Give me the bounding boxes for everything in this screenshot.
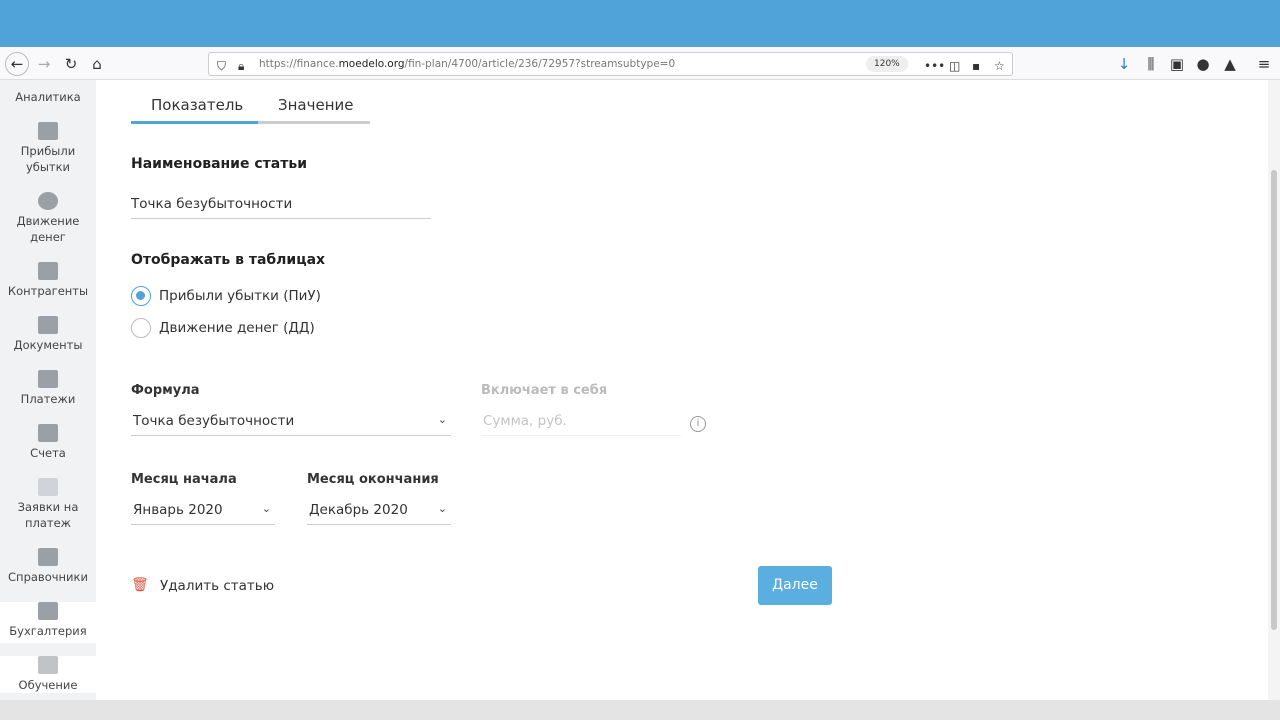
zoom-level[interactable]: 120% (866, 56, 908, 72)
url-domain: moedelo.org (338, 58, 405, 70)
end-month-label: Месяц окончания (307, 472, 439, 487)
back-icon[interactable]: ← (5, 52, 29, 76)
chart-icon (38, 122, 58, 140)
sidebar-item-learning[interactable]: Обучение (0, 656, 96, 693)
chevron-down-icon: ⌄ (437, 413, 447, 426)
browser-toolbar: ← → ↻ ⌂ ⛉ 🔒︎ https://finance.moedelo.org… (0, 47, 1280, 80)
save-icon[interactable]: ▪ (972, 55, 980, 77)
reload-icon[interactable]: ↻ (60, 53, 82, 75)
radio-cashflow-label[interactable]: Движение денег (ДД) (159, 320, 315, 336)
end-month-select[interactable]: Декабрь 2020 ⌄ (307, 502, 451, 525)
account-icon[interactable]: ● (1192, 53, 1214, 75)
delete-article-link[interactable]: Удалить статью (160, 578, 274, 594)
trash-icon[interactable]: 🗑︎ (131, 577, 149, 593)
scrollbar[interactable] (1268, 80, 1280, 700)
request-icon (38, 478, 58, 496)
sidebar-item-label: Обучение (18, 678, 78, 692)
menu-icon[interactable]: ≡ (1253, 53, 1275, 75)
more-icon[interactable]: ••• (924, 55, 945, 77)
bottom-bar (0, 700, 1280, 720)
article-form: Показатель Значение Наименование статьи … (96, 80, 1268, 700)
sidebar-icon[interactable]: ▣ (1166, 53, 1188, 75)
start-month-label: Месяц начала (131, 472, 237, 487)
formula-label: Формула (131, 383, 200, 398)
person-icon (38, 262, 58, 280)
sidebar-item-invoices[interactable]: Счета (0, 424, 96, 461)
sidebar-item-label: Аналитика (15, 90, 81, 104)
sidebar-item-references[interactable]: Справочники (0, 548, 96, 585)
bookmark-star-icon[interactable]: ☆ (994, 55, 1005, 77)
sidebar-item-label: Справочники (8, 570, 88, 584)
name-input[interactable]: Точка безубыточности (131, 196, 431, 219)
sidebar-item-label: Заявки на платеж (17, 500, 79, 530)
url-prefix: https://finance. (259, 58, 339, 70)
download-icon[interactable]: ↓ (1113, 53, 1135, 75)
window-top-bar (0, 0, 1280, 47)
info-icon[interactable]: i (690, 416, 706, 432)
home-icon[interactable]: ⌂ (86, 53, 108, 75)
radio-pnl[interactable] (131, 286, 151, 306)
sidebar-item-label: Счета (30, 446, 66, 460)
formula-value: Точка безубыточности (133, 413, 295, 429)
sidebar-item-contractors[interactable]: Контрагенты (0, 262, 96, 299)
next-button[interactable]: Далее (758, 566, 832, 605)
lock-icon: 🔒︎ (238, 59, 245, 73)
sidebar-item-label: Платежи (20, 392, 76, 406)
tab-value[interactable]: Значение (278, 96, 354, 114)
end-month-value: Декабрь 2020 (309, 502, 408, 518)
formula-select[interactable]: Точка безубыточности ⌄ (131, 413, 451, 436)
name-heading: Наименование статьи (131, 156, 307, 172)
sidebar-item-analytics[interactable]: Аналитика (0, 89, 96, 105)
sidebar-item-payments[interactable]: Платежи (0, 370, 96, 407)
house-icon (38, 602, 58, 620)
display-heading: Отображать в таблицах (131, 252, 326, 268)
address-bar[interactable]: ⛉ 🔒︎ https://finance.moedelo.org/fin-pla… (208, 52, 1013, 76)
sidebar-item-label: Прибыли убытки (20, 144, 76, 174)
document-icon (38, 316, 58, 334)
ruble-icon (38, 192, 58, 210)
sidebar-item-documents[interactable]: Документы (0, 316, 96, 353)
includes-select[interactable]: Сумма, руб. (481, 413, 681, 436)
includes-label: Включает в себя (481, 383, 608, 398)
sidebar-item-label: Бухгалтерия (9, 624, 87, 638)
sidebar-item-label: Движение денег (16, 214, 80, 244)
sidebar: Аналитика Прибыли убытки Движение денег … (0, 80, 96, 700)
help-hand-icon (38, 656, 58, 674)
tab-indicator[interactable]: Показатель (151, 96, 243, 114)
sidebar-item-cashflow[interactable]: Движение денег (0, 192, 96, 245)
start-month-select[interactable]: Январь 2020 ⌄ (131, 502, 275, 525)
radio-cashflow[interactable] (131, 318, 151, 338)
folder-icon (38, 548, 58, 566)
radio-pnl-label[interactable]: Прибыли убытки (ПиУ) (159, 288, 321, 304)
library-icon[interactable]: ⫼ (1140, 53, 1162, 75)
forward-icon[interactable]: → (33, 53, 55, 75)
shield-icon: ⛉ (217, 59, 227, 73)
pocket-icon[interactable]: ◫ (949, 55, 960, 77)
tab-underline (131, 121, 370, 124)
sidebar-item-label: Документы (13, 338, 83, 352)
sidebar-item-pnl[interactable]: Прибыли убытки (0, 122, 96, 175)
invoice-icon (38, 424, 58, 442)
extension-icon[interactable]: ▲ (1219, 53, 1241, 75)
sidebar-item-label: Контрагенты (7, 284, 89, 298)
sidebar-item-accounting[interactable]: Бухгалтерия (0, 602, 96, 643)
url-path: /fin-plan/4700/article/236/72957?streams… (404, 58, 676, 70)
start-month-value: Январь 2020 (133, 502, 223, 518)
wallet-icon (38, 370, 58, 388)
sidebar-item-payment-requests[interactable]: Заявки на платеж (0, 478, 96, 531)
chevron-down-icon: ⌄ (261, 502, 271, 515)
chevron-down-icon: ⌄ (437, 502, 447, 515)
